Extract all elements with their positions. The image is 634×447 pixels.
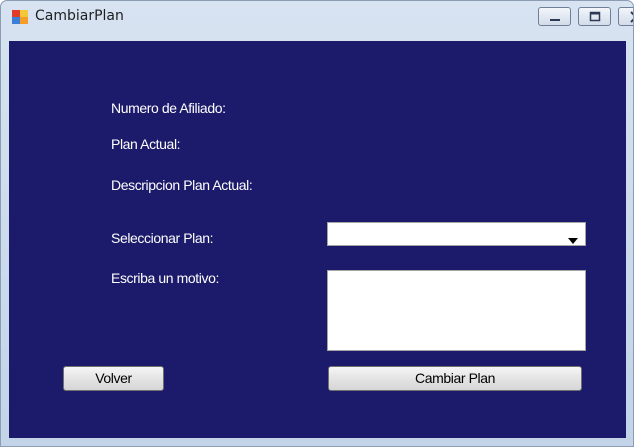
motivo-label: Escriba un motivo: xyxy=(111,270,219,286)
descripcion-plan-actual-label: Descripcion Plan Actual: xyxy=(111,177,253,193)
maximize-button[interactable] xyxy=(578,7,611,26)
window-title: CambiarPlan xyxy=(35,8,124,24)
title-bar[interactable]: CambiarPlan xyxy=(1,1,633,41)
motivo-input[interactable] xyxy=(327,270,586,351)
windows-form-icon xyxy=(12,9,28,25)
seleccionar-plan-label: Seleccionar Plan: xyxy=(111,230,214,246)
plan-select[interactable] xyxy=(327,222,586,246)
numero-afiliado-label: Numero de Afiliado: xyxy=(111,100,226,116)
form-client-area: Numero de Afiliado: Plan Actual: Descrip… xyxy=(9,41,626,438)
plan-actual-label: Plan Actual: xyxy=(111,136,181,152)
close-button[interactable] xyxy=(618,7,633,26)
cambiar-plan-window: CambiarPlan Numero de Afiliado: Plan Act… xyxy=(0,0,634,447)
chevron-down-icon[interactable] xyxy=(568,231,578,249)
cambiar-plan-button[interactable]: Cambiar Plan xyxy=(328,366,582,391)
volver-button[interactable]: Volver xyxy=(63,366,164,391)
minimize-button[interactable] xyxy=(538,7,571,26)
